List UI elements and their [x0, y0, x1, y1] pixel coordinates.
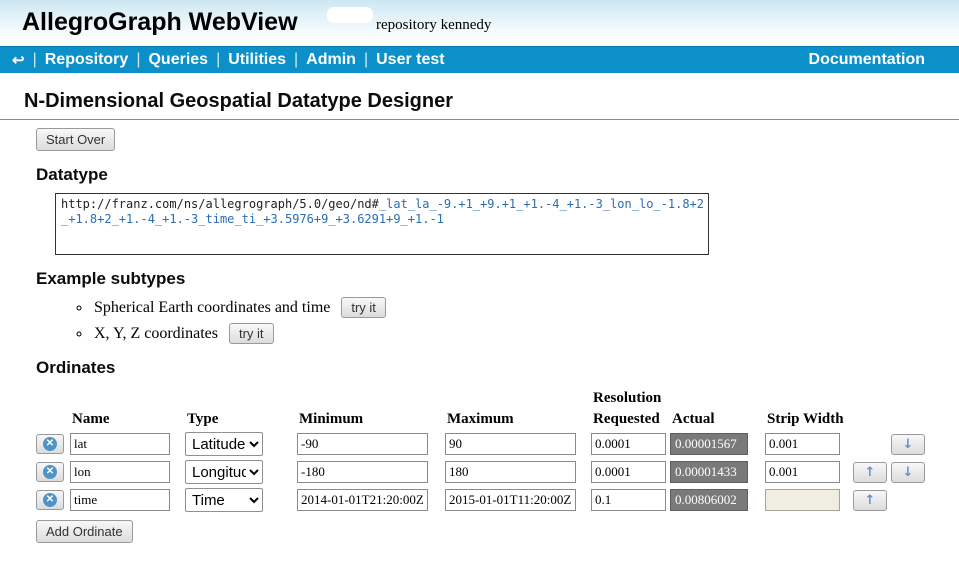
start-over-button[interactable]: Start Over — [36, 128, 115, 151]
type-select[interactable]: Time — [185, 488, 263, 512]
nav-item-documentation[interactable]: Documentation — [809, 51, 949, 69]
try-it-button-xyz[interactable]: try it — [229, 323, 274, 344]
ordinate-row-lon: ✕ Longitude 0.00001433 ↑ ↓ — [36, 460, 927, 484]
requested-resolution-input[interactable] — [591, 489, 666, 511]
move-down-button[interactable]: ↓ — [891, 462, 925, 483]
type-select[interactable]: Latitude — [185, 432, 263, 456]
maximum-input[interactable] — [445, 461, 576, 483]
down-arrow-icon: ↓ — [903, 466, 914, 479]
actual-resolution-value: 0.00001567 — [670, 433, 748, 455]
move-down-button[interactable]: ↓ — [891, 434, 925, 455]
delete-ordinate-button[interactable]: ✕ — [36, 490, 64, 510]
app-title: AllegroGraph WebView — [22, 8, 298, 37]
nav-item-admin[interactable]: Admin — [306, 51, 356, 69]
ordinates-heading: Ordinates — [36, 358, 959, 378]
example-item-label: Spherical Earth coordinates and time — [94, 299, 330, 316]
minimum-input[interactable] — [297, 489, 428, 511]
nav-item-queries[interactable]: Queries — [148, 51, 208, 69]
minimum-input[interactable] — [297, 433, 428, 455]
app-header: AllegroGraph WebView repository kennedy — [0, 0, 959, 46]
ordinate-row-lat: ✕ Latitude 0.00001567 ↓ — [36, 432, 927, 456]
uri-base: http://franz.com/ns/allegrograph/5.0/geo… — [61, 197, 379, 211]
requested-resolution-input[interactable] — [591, 433, 666, 455]
name-input[interactable] — [70, 433, 170, 455]
delete-icon: ✕ — [43, 465, 57, 479]
nav-separator: | — [294, 51, 298, 69]
try-it-button-spherical[interactable]: try it — [341, 297, 386, 318]
column-header-requested: Requested — [591, 411, 670, 428]
name-input[interactable] — [70, 489, 170, 511]
column-header-row: Name Type Minimum Maximum Requested Actu… — [36, 411, 927, 428]
strip-width-input[interactable] — [765, 433, 840, 455]
example-item: X, Y, Z coordinates try it — [92, 323, 959, 344]
column-header-resolution: Resolution — [591, 390, 765, 407]
delete-ordinate-button[interactable]: ✕ — [36, 434, 64, 454]
strip-width-input-disabled — [765, 489, 840, 511]
delete-icon: ✕ — [43, 493, 57, 507]
move-up-button[interactable]: ↑ — [853, 490, 887, 511]
uri-fragment-line1: _lat_la_-9.+1_+9.+1_+1.-4_+1.-3_lon_lo_-… — [379, 197, 704, 211]
move-up-button[interactable]: ↑ — [853, 462, 887, 483]
back-icon[interactable]: ↩ — [12, 51, 25, 69]
ordinates-table: Resolution Name Type Minimum Maximum Req… — [36, 386, 927, 516]
datatype-heading: Datatype — [36, 165, 959, 185]
nav-item-utilities[interactable]: Utilities — [228, 51, 286, 69]
actual-resolution-value: 0.00806002 — [670, 489, 748, 511]
column-header-minimum: Minimum — [297, 411, 445, 428]
down-arrow-icon: ↓ — [903, 438, 914, 451]
nav-item-repository[interactable]: Repository — [45, 51, 129, 69]
column-header-actual: Actual — [670, 411, 765, 428]
maximum-input[interactable] — [445, 489, 576, 511]
column-header-maximum: Maximum — [445, 411, 591, 428]
type-select[interactable]: Longitude — [185, 460, 263, 484]
nav-separator: | — [216, 51, 220, 69]
column-header-type: Type — [185, 411, 297, 428]
repository-label: repository kennedy — [376, 17, 491, 34]
maximum-input[interactable] — [445, 433, 576, 455]
requested-resolution-input[interactable] — [591, 461, 666, 483]
example-subtypes-list: Spherical Earth coordinates and time try… — [92, 297, 959, 344]
strip-width-input[interactable] — [765, 461, 840, 483]
nav-item-user-test[interactable]: User test — [376, 51, 444, 69]
delete-icon: ✕ — [43, 437, 57, 451]
title-rule — [0, 119, 959, 120]
column-header-name: Name — [70, 411, 185, 428]
nav-separator: | — [364, 51, 368, 69]
add-ordinate-button[interactable]: Add Ordinate — [36, 520, 133, 543]
uri-fragment-line2: _+1.8+2_+1.-4_+1.-3_time_ti_+3.5976+9_+3… — [61, 212, 703, 227]
example-item: Spherical Earth coordinates and time try… — [92, 297, 959, 318]
column-header-strip-width: Strip Width — [765, 411, 853, 428]
delete-ordinate-button[interactable]: ✕ — [36, 462, 64, 482]
example-item-label: X, Y, Z coordinates — [94, 325, 218, 342]
up-arrow-icon: ↑ — [865, 494, 876, 507]
minimum-input[interactable] — [297, 461, 428, 483]
nav-separator: | — [136, 51, 140, 69]
main-navbar: ↩ | Repository | Queries | Utilities | A… — [0, 46, 959, 73]
datatype-uri-box[interactable]: http://franz.com/ns/allegrograph/5.0/geo… — [55, 193, 709, 255]
ordinate-row-time: ✕ Time 0.00806002 ↑ — [36, 488, 927, 512]
examples-heading: Example subtypes — [36, 269, 959, 289]
redacted-area — [327, 7, 373, 23]
page-title: N-Dimensional Geospatial Datatype Design… — [24, 90, 959, 113]
up-arrow-icon: ↑ — [865, 466, 876, 479]
actual-resolution-value: 0.00001433 — [670, 461, 748, 483]
nav-separator: | — [33, 51, 37, 69]
name-input[interactable] — [70, 461, 170, 483]
resolution-group-row: Resolution — [36, 390, 927, 407]
